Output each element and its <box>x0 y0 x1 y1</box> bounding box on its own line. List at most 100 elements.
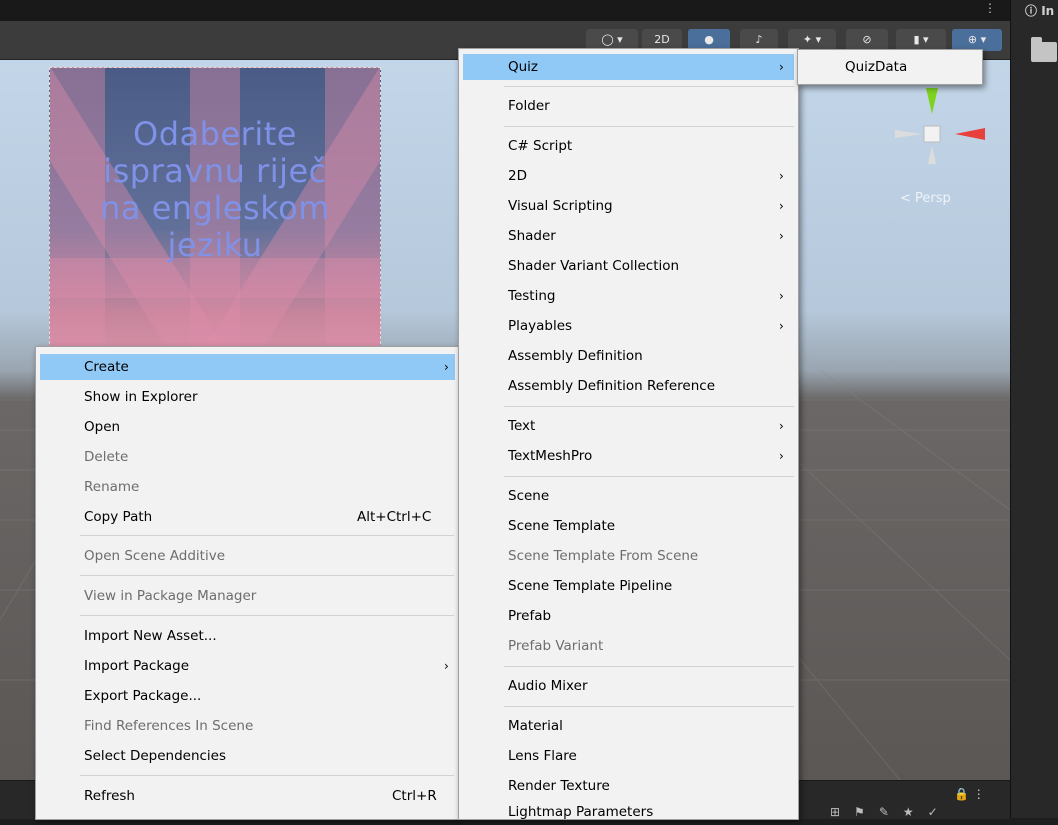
menu-item-label: 2D <box>508 168 527 184</box>
menu-item-material[interactable]: Material <box>463 713 794 739</box>
folder-icon[interactable] <box>1031 37 1057 62</box>
menu-item-scene-template-pipeline[interactable]: Scene Template Pipeline <box>463 573 794 599</box>
menu-item-folder[interactable]: Folder <box>463 93 794 119</box>
perspective-text: Persp <box>915 191 951 206</box>
menu-item-label: Show in Explorer <box>84 389 198 405</box>
menu-item-label: TextMeshPro <box>508 448 593 464</box>
menu-item-shader-variant-collection[interactable]: Shader Variant Collection <box>463 253 794 279</box>
menu-item-scene-template[interactable]: Scene Template <box>463 513 794 539</box>
menu-item-label: Scene Template From Scene <box>508 548 699 564</box>
menu-separator <box>80 535 454 536</box>
menu-separator <box>80 775 454 776</box>
menu-item-label: Material <box>508 718 563 734</box>
menu-item-label: Export Package... <box>84 688 202 704</box>
menu-item-refresh[interactable]: Refresh Ctrl+R <box>40 783 455 809</box>
menu-item-scene-template-from-scene[interactable]: Scene Template From Scene <box>463 543 794 569</box>
menu-separator <box>504 666 794 667</box>
menu-item-prefab-variant[interactable]: Prefab Variant <box>463 633 794 659</box>
hidden-objects-icon[interactable]: ⊘ <box>846 29 888 51</box>
menu-item-text[interactable]: Text › <box>463 413 794 439</box>
menu-item-label: Text <box>508 418 536 434</box>
menu-item-label: Scene <box>508 488 550 504</box>
quiz-prompt-line: jeziku <box>167 226 263 264</box>
menu-item-open[interactable]: Open <box>40 414 455 440</box>
project-toolbar-icons[interactable]: ⊞⚑✎★✓ <box>830 805 952 819</box>
quiz-prompt-line: Odaberite <box>133 115 297 153</box>
menu-item-visual-scripting[interactable]: Visual Scripting › <box>463 193 794 219</box>
menu-separator <box>80 615 454 616</box>
menu-item-label: Import Package <box>84 658 190 674</box>
chevron-right-icon: › <box>444 659 449 673</box>
chevron-right-icon: › <box>779 449 784 463</box>
orientation-gizmo-icon[interactable] <box>890 88 990 188</box>
chevron-right-icon: › <box>779 319 784 333</box>
menu-item-shortcut: Ctrl+R <box>392 788 437 804</box>
menu-item-view-in-package-manager[interactable]: View in Package Manager <box>40 583 455 609</box>
menu-item-copy-path[interactable]: Copy Path Alt+Ctrl+C <box>40 504 455 530</box>
camera-settings-icon[interactable]: ▮ ▾ <box>896 29 946 51</box>
chevron-right-icon: › <box>779 229 784 243</box>
menu-item-label: Visual Scripting <box>508 198 613 214</box>
menu-item-label: Import New Asset... <box>84 628 217 644</box>
menu-item-label: QuizData <box>845 59 908 75</box>
menu-item-shader[interactable]: Shader › <box>463 223 794 249</box>
perspective-label[interactable]: < Persp <box>900 191 951 206</box>
editor-title-bar: ⋮ <box>0 0 1010 21</box>
menu-separator <box>504 86 794 87</box>
menu-item-delete[interactable]: Delete <box>40 444 455 470</box>
menu-item-textmeshpro[interactable]: TextMeshPro › <box>463 443 794 469</box>
menu-item-label: Lightmap Parameters <box>508 804 654 820</box>
menu-item-csharp-script[interactable]: C# Script <box>463 133 794 159</box>
menu-item-prefab[interactable]: Prefab <box>463 603 794 629</box>
lock-icon[interactable]: 🔒 ⋮ <box>954 787 985 801</box>
menu-item-label: Shader <box>508 228 556 244</box>
menu-item-testing[interactable]: Testing › <box>463 283 794 309</box>
inspector-tab[interactable]: ⓘ In <box>1025 2 1054 19</box>
menu-item-import-new-asset[interactable]: Import New Asset... <box>40 623 455 649</box>
menu-item-select-dependencies[interactable]: Select Dependencies <box>40 743 455 769</box>
menu-item-label: Refresh <box>84 788 135 804</box>
quiz-prompt-line: na engleskom <box>100 189 330 227</box>
asset-context-menu: Create › Show in Explorer Open Delete Re… <box>35 346 460 820</box>
menu-item-label: Quiz <box>508 59 539 75</box>
menu-item-import-package[interactable]: Import Package › <box>40 653 455 679</box>
menu-item-label: Folder <box>508 98 550 114</box>
menu-item-label: Rename <box>84 479 140 495</box>
menu-item-label: Prefab <box>508 608 552 624</box>
menu-item-label: View in Package Manager <box>84 588 257 604</box>
create-submenu: Quiz › Folder C# Script 2D › Visual Scri… <box>458 48 799 820</box>
menu-separator <box>504 706 794 707</box>
chevron-right-icon: › <box>779 419 784 433</box>
more-options-icon[interactable]: ⋮ <box>984 1 996 15</box>
menu-item-label: Delete <box>84 449 129 465</box>
menu-item-export-package[interactable]: Export Package... <box>40 683 455 709</box>
chevron-right-icon: › <box>779 60 784 74</box>
menu-item-label: Testing <box>508 288 556 304</box>
menu-item-open-scene-additive[interactable]: Open Scene Additive <box>40 543 455 569</box>
menu-item-playables[interactable]: Playables › <box>463 313 794 339</box>
menu-item-scene[interactable]: Scene <box>463 483 794 509</box>
menu-item-label: Find References In Scene <box>84 718 254 734</box>
menu-item-rename[interactable]: Rename <box>40 474 455 500</box>
menu-item-create[interactable]: Create › <box>40 354 455 380</box>
menu-item-show-in-explorer[interactable]: Show in Explorer <box>40 384 455 410</box>
menu-item-label: Render Texture <box>508 778 610 794</box>
toggle-2d-label: 2D <box>654 33 670 46</box>
menu-item-label: Playables <box>508 318 573 334</box>
menu-item-lightmap-parameters[interactable]: Lightmap Parameters <box>463 799 794 825</box>
menu-item-find-references-in-scene[interactable]: Find References In Scene <box>40 713 455 739</box>
menu-item-assembly-definition-reference[interactable]: Assembly Definition Reference <box>463 373 794 399</box>
quiz-canvas-panel[interactable]: Odaberite ispravnu riječ na engleskom je… <box>49 67 381 359</box>
menu-item-2d[interactable]: 2D › <box>463 163 794 189</box>
menu-item-quiz[interactable]: Quiz › <box>463 54 794 80</box>
menu-separator <box>504 126 794 127</box>
menu-item-label: Lens Flare <box>508 748 577 764</box>
menu-separator <box>80 575 454 576</box>
menu-item-render-texture[interactable]: Render Texture <box>463 773 794 799</box>
gizmos-dropdown-icon[interactable]: ⊕ ▾ <box>952 29 1002 51</box>
menu-item-lens-flare[interactable]: Lens Flare <box>463 743 794 769</box>
menu-item-assembly-definition[interactable]: Assembly Definition <box>463 343 794 369</box>
menu-item-quizdata[interactable]: QuizData <box>802 54 978 80</box>
menu-item-audio-mixer[interactable]: Audio Mixer <box>463 673 794 699</box>
chevron-right-icon: › <box>779 199 784 213</box>
